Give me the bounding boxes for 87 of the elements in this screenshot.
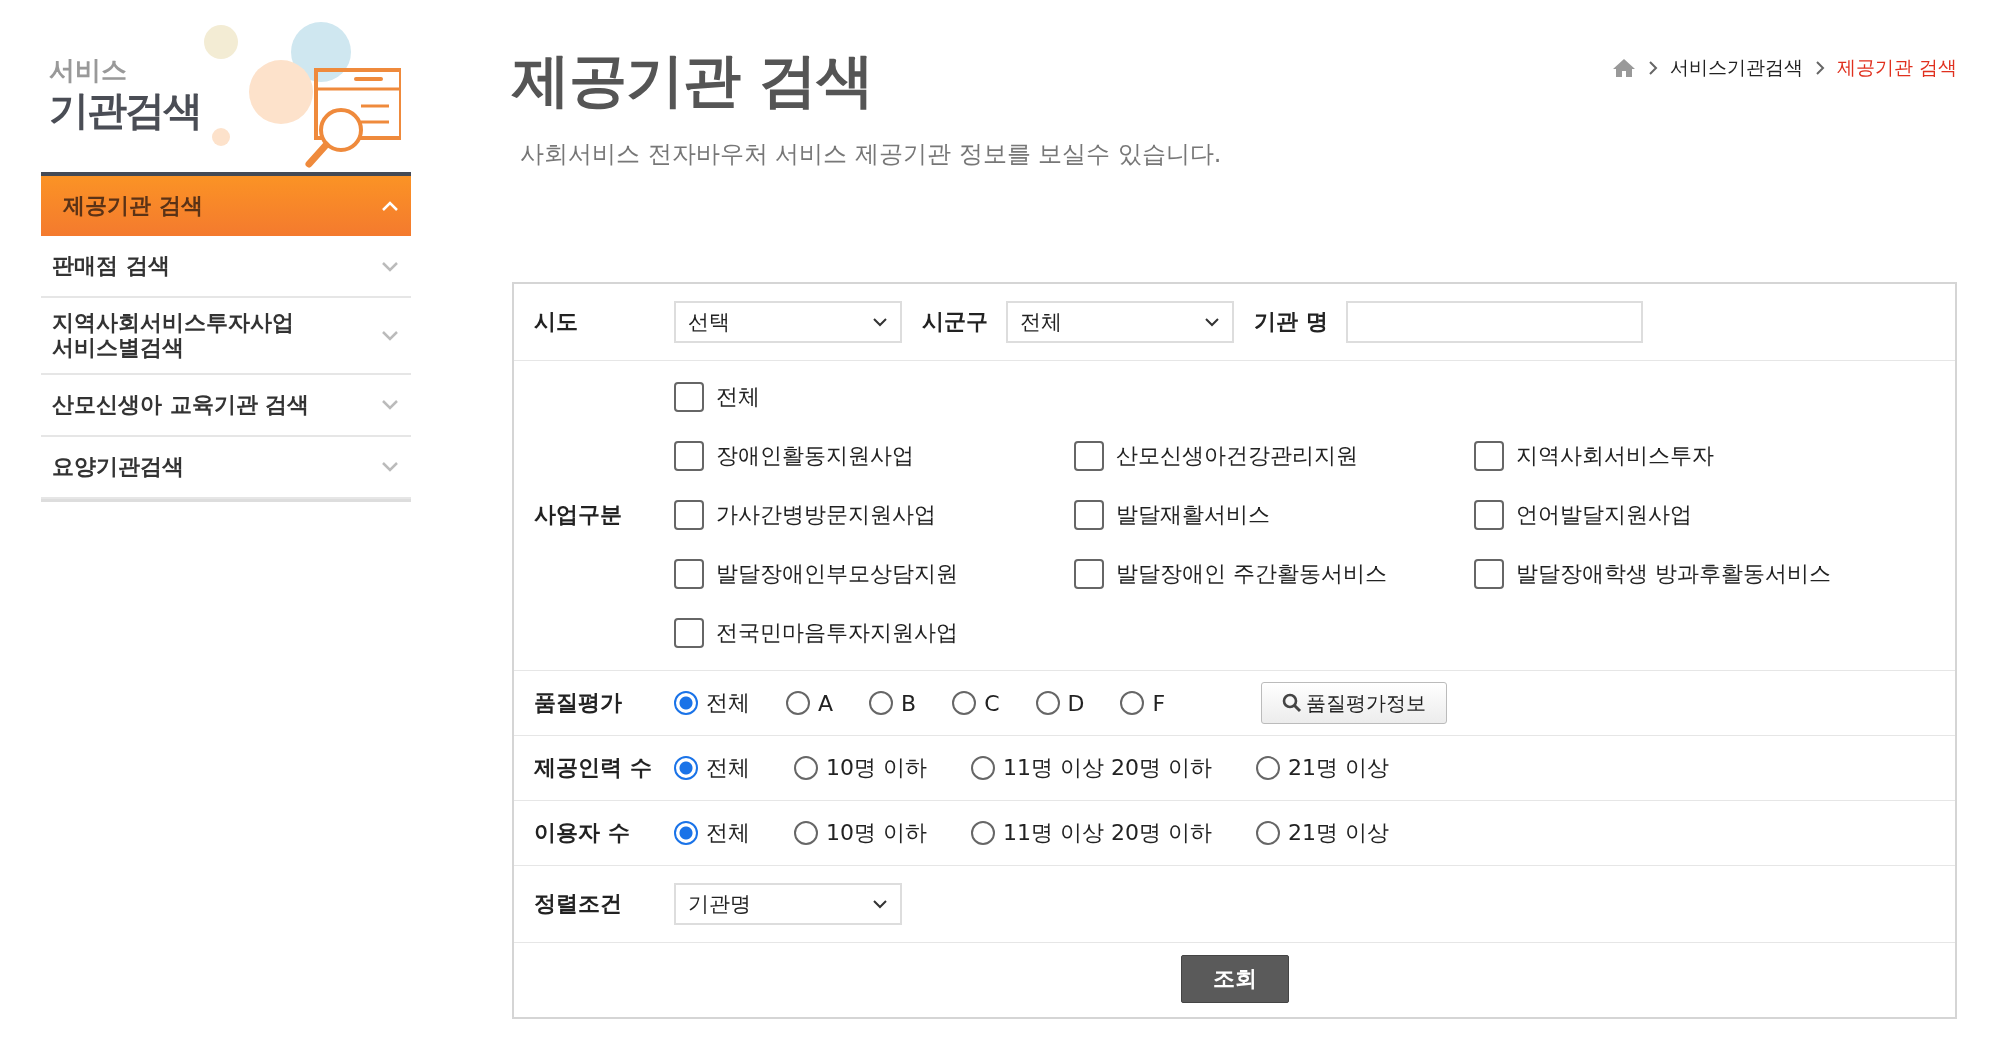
radio-button[interactable]	[786, 691, 810, 715]
quality-info-button[interactable]: 품질평가정보	[1261, 682, 1448, 724]
radio-button[interactable]	[794, 756, 818, 780]
radio-label: 21명 이상	[1287, 754, 1389, 782]
checkbox[interactable]	[674, 381, 704, 412]
field-label: 품질평가	[534, 689, 623, 717]
checkbox[interactable]	[674, 617, 704, 648]
chevron-down-icon	[872, 317, 888, 327]
breadcrumb-link[interactable]: 서비스기관검색	[1669, 55, 1803, 81]
checkbox[interactable]	[1474, 499, 1504, 530]
radio-button[interactable]	[1035, 691, 1060, 715]
chevron-down-icon	[381, 461, 399, 473]
field-label: 이용자 수	[534, 819, 631, 847]
radio-label: 10명 이하	[826, 819, 927, 847]
sidebar-item[interactable]: 요양기관검색	[41, 436, 411, 499]
sidebar-item[interactable]: 판매점 검색	[41, 236, 411, 298]
home-icon[interactable]	[1611, 58, 1636, 78]
page-description: 사회서비스 전자바우처 서비스 제공기관 정보를 보실수 있습니다.	[520, 139, 1222, 170]
checkbox-label: 전국민마음투자지원사업	[716, 618, 958, 647]
checkbox[interactable]	[1474, 440, 1504, 471]
search-button[interactable]: 조회	[1180, 955, 1289, 1003]
page-title: 제공기관 검색	[512, 45, 875, 116]
field-label: 정렬조건	[534, 890, 623, 918]
field-label: 시군구	[922, 308, 988, 336]
chevron-down-icon	[872, 899, 888, 909]
field-label: 기관 명	[1254, 308, 1328, 336]
radio-button[interactable]	[674, 691, 698, 715]
chevron-right-icon	[1647, 60, 1658, 76]
checkbox-label: 발달재활서비스	[1116, 500, 1270, 529]
chevron-up-icon	[381, 200, 399, 212]
logo-subtitle: 서비스	[49, 54, 128, 87]
field-label: 제공인력 수	[534, 754, 653, 782]
radio-button[interactable]	[1255, 821, 1280, 845]
radio-button[interactable]	[1255, 756, 1280, 780]
breadcrumb-link[interactable]: 제공기관 검색	[1836, 55, 1957, 81]
checkbox-label: 장애인활동지원사업	[716, 441, 914, 470]
radio-label: B	[901, 690, 917, 716]
checkbox-label: 지역사회서비스투자	[1516, 441, 1714, 470]
checkbox-label: 발달장애인부모상담지원	[716, 559, 958, 588]
dropdown[interactable]: 기관명	[674, 883, 902, 925]
radio-label: 11명 이상 20명 이하	[1003, 754, 1212, 782]
chevron-right-icon	[1814, 60, 1825, 76]
sidebar-item[interactable]: 제공기관 검색	[41, 176, 411, 236]
radio-button[interactable]	[1120, 691, 1145, 715]
chevron-down-icon	[381, 329, 399, 341]
checkbox-label: 가사간병방문지원사업	[716, 500, 936, 529]
checkbox[interactable]	[1074, 499, 1104, 530]
radio-label: 11명 이상 20명 이하	[1003, 819, 1212, 847]
checkbox-label: 발달장애인 주간활동서비스	[1116, 559, 1387, 588]
radio-label: C	[984, 690, 1000, 716]
radio-button[interactable]	[674, 756, 698, 780]
radio-label: F	[1152, 690, 1166, 716]
radio-button[interactable]	[674, 821, 698, 845]
checkbox[interactable]	[1074, 440, 1104, 471]
chevron-down-icon	[381, 260, 399, 272]
checkbox[interactable]	[674, 499, 704, 530]
search-icon	[1282, 693, 1303, 713]
dropdown[interactable]: 선택	[674, 301, 902, 343]
radio-label: 전체	[706, 754, 750, 782]
radio-button[interactable]	[971, 821, 995, 845]
radio-button[interactable]	[952, 691, 977, 715]
chevron-down-icon	[381, 399, 399, 411]
radio-button[interactable]	[794, 821, 818, 845]
field-label: 시도	[534, 308, 579, 336]
radio-label: A	[818, 690, 834, 716]
logo-title: 기관검색	[49, 88, 201, 132]
radio-button[interactable]	[869, 691, 894, 715]
checkbox-label: 언어발달지원사업	[1516, 500, 1692, 529]
sidebar-item[interactable]: 지역사회서비스투자사업 서비스별검색	[41, 298, 411, 375]
checkbox-label: 발달장애학생 방과후활동서비스	[1516, 559, 1831, 588]
checkbox[interactable]	[674, 558, 704, 589]
field-label: 사업구분	[534, 500, 623, 529]
checkbox-label: 산모신생아건강관리지원	[1116, 441, 1358, 470]
sidebar-item[interactable]: 산모신생아 교육기관 검색	[41, 374, 411, 437]
radio-label: 21명 이상	[1287, 819, 1389, 847]
checkbox[interactable]	[1074, 558, 1104, 589]
radio-button[interactable]	[971, 756, 995, 780]
dropdown[interactable]: 전체	[1006, 301, 1234, 343]
checkbox[interactable]	[1474, 558, 1504, 589]
radio-label: 전체	[706, 689, 750, 717]
input-field[interactable]	[1345, 301, 1643, 343]
chevron-down-icon	[1204, 317, 1220, 327]
checkbox-label: 전체	[716, 382, 760, 411]
radio-label: D	[1067, 690, 1085, 716]
checkbox[interactable]	[674, 440, 704, 471]
radio-label: 전체	[706, 819, 750, 847]
radio-label: 10명 이하	[826, 754, 927, 782]
